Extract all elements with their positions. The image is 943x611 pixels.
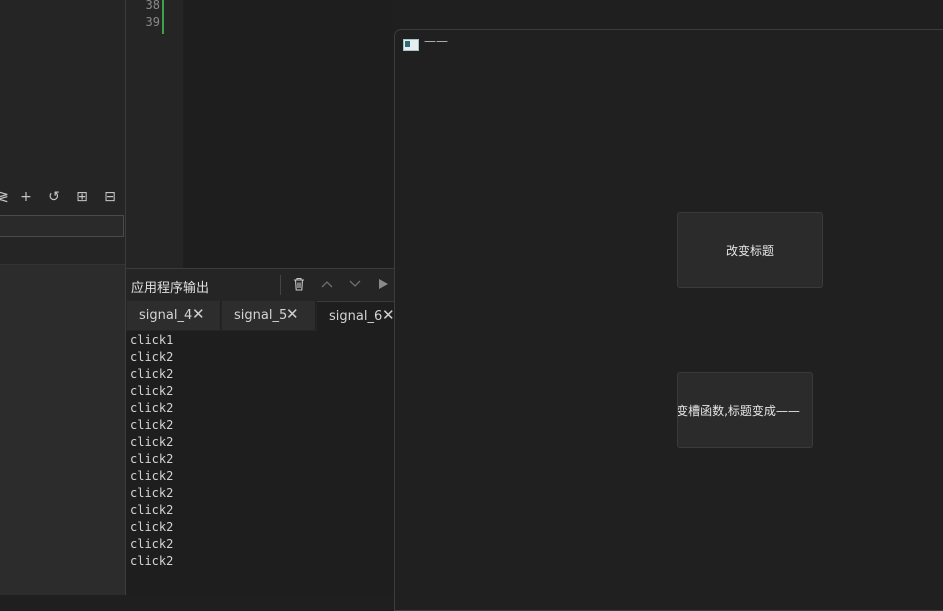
play-icon bbox=[379, 279, 388, 289]
collapse-all-icon[interactable]: ⊟ bbox=[101, 186, 119, 208]
line-number: 38 bbox=[145, 0, 160, 12]
next-button[interactable] bbox=[344, 274, 366, 296]
output-console[interactable]: click1 click2 click2 click2 click2 click… bbox=[126, 331, 394, 595]
console-line: click2 bbox=[130, 554, 174, 568]
chevron-up-icon bbox=[321, 281, 333, 288]
app-window: —— 改变标题 改变槽函数,标题变成—— bbox=[394, 29, 943, 611]
console-line: click2 bbox=[130, 503, 174, 517]
console-line: click2 bbox=[130, 367, 174, 381]
sidebar-toolbar: ≷ + ↺ ⊞ ⊟ bbox=[0, 186, 125, 208]
explorer-panel bbox=[0, 0, 125, 185]
console-line: click2 bbox=[130, 452, 174, 466]
console-output-list: click1 click2 click2 click2 click2 click… bbox=[130, 332, 173, 570]
app-window-icon bbox=[403, 39, 419, 51]
trash-icon bbox=[294, 277, 304, 291]
console-line: click2 bbox=[130, 469, 174, 483]
console-line: click2 bbox=[130, 520, 174, 534]
output-panel-header: 应用程序输出 bbox=[126, 268, 394, 301]
tab-signal-4[interactable]: signal_4 ✕ bbox=[127, 301, 221, 330]
tab-signal-6[interactable]: signal_6 ✕ bbox=[317, 301, 395, 331]
chevron-down-icon bbox=[349, 280, 361, 287]
new-file-icon[interactable]: ⊞ bbox=[73, 186, 91, 208]
console-line: click1 bbox=[130, 333, 174, 347]
add-icon[interactable]: + bbox=[17, 186, 35, 208]
console-line: click2 bbox=[130, 384, 174, 398]
tab-label: signal_5 bbox=[234, 308, 288, 323]
sidebar-lower-panel bbox=[0, 265, 125, 595]
sidebar-filter-input[interactable] bbox=[0, 215, 124, 237]
app-window-title: —— bbox=[424, 34, 448, 48]
console-line: click2 bbox=[130, 350, 174, 364]
previous-button[interactable] bbox=[316, 274, 338, 296]
line-number-gutter: 38 39 bbox=[126, 0, 183, 268]
line-number: 39 bbox=[145, 15, 160, 29]
tab-label: signal_4 bbox=[139, 308, 193, 323]
output-tab-bar: signal_4 ✕ signal_5 ✕ signal_6 ✕ bbox=[126, 300, 395, 332]
console-line: click2 bbox=[130, 537, 174, 551]
git-change-marker bbox=[162, 0, 164, 34]
run-button[interactable] bbox=[372, 274, 394, 296]
console-line: click2 bbox=[130, 401, 174, 415]
console-line: click2 bbox=[130, 418, 174, 432]
close-icon[interactable]: ✕ bbox=[382, 306, 395, 324]
tab-label: signal_6 bbox=[329, 309, 383, 324]
change-slot-button[interactable]: 改变槽函数,标题变成—— bbox=[677, 372, 813, 448]
close-icon[interactable]: ✕ bbox=[286, 305, 299, 323]
tab-signal-5[interactable]: signal_5 ✕ bbox=[222, 301, 316, 330]
output-panel-title: 应用程序输出 bbox=[131, 281, 210, 296]
console-line: click2 bbox=[130, 435, 174, 449]
change-title-button[interactable]: 改变标题 bbox=[677, 212, 823, 288]
collapse-icon[interactable]: ≷ bbox=[0, 186, 12, 208]
console-line: click2 bbox=[130, 486, 174, 500]
refresh-icon[interactable]: ↺ bbox=[45, 186, 63, 208]
clear-output-button[interactable] bbox=[288, 273, 310, 295]
close-icon[interactable]: ✕ bbox=[192, 305, 205, 323]
divider bbox=[280, 275, 281, 295]
code-editor[interactable] bbox=[184, 0, 393, 268]
